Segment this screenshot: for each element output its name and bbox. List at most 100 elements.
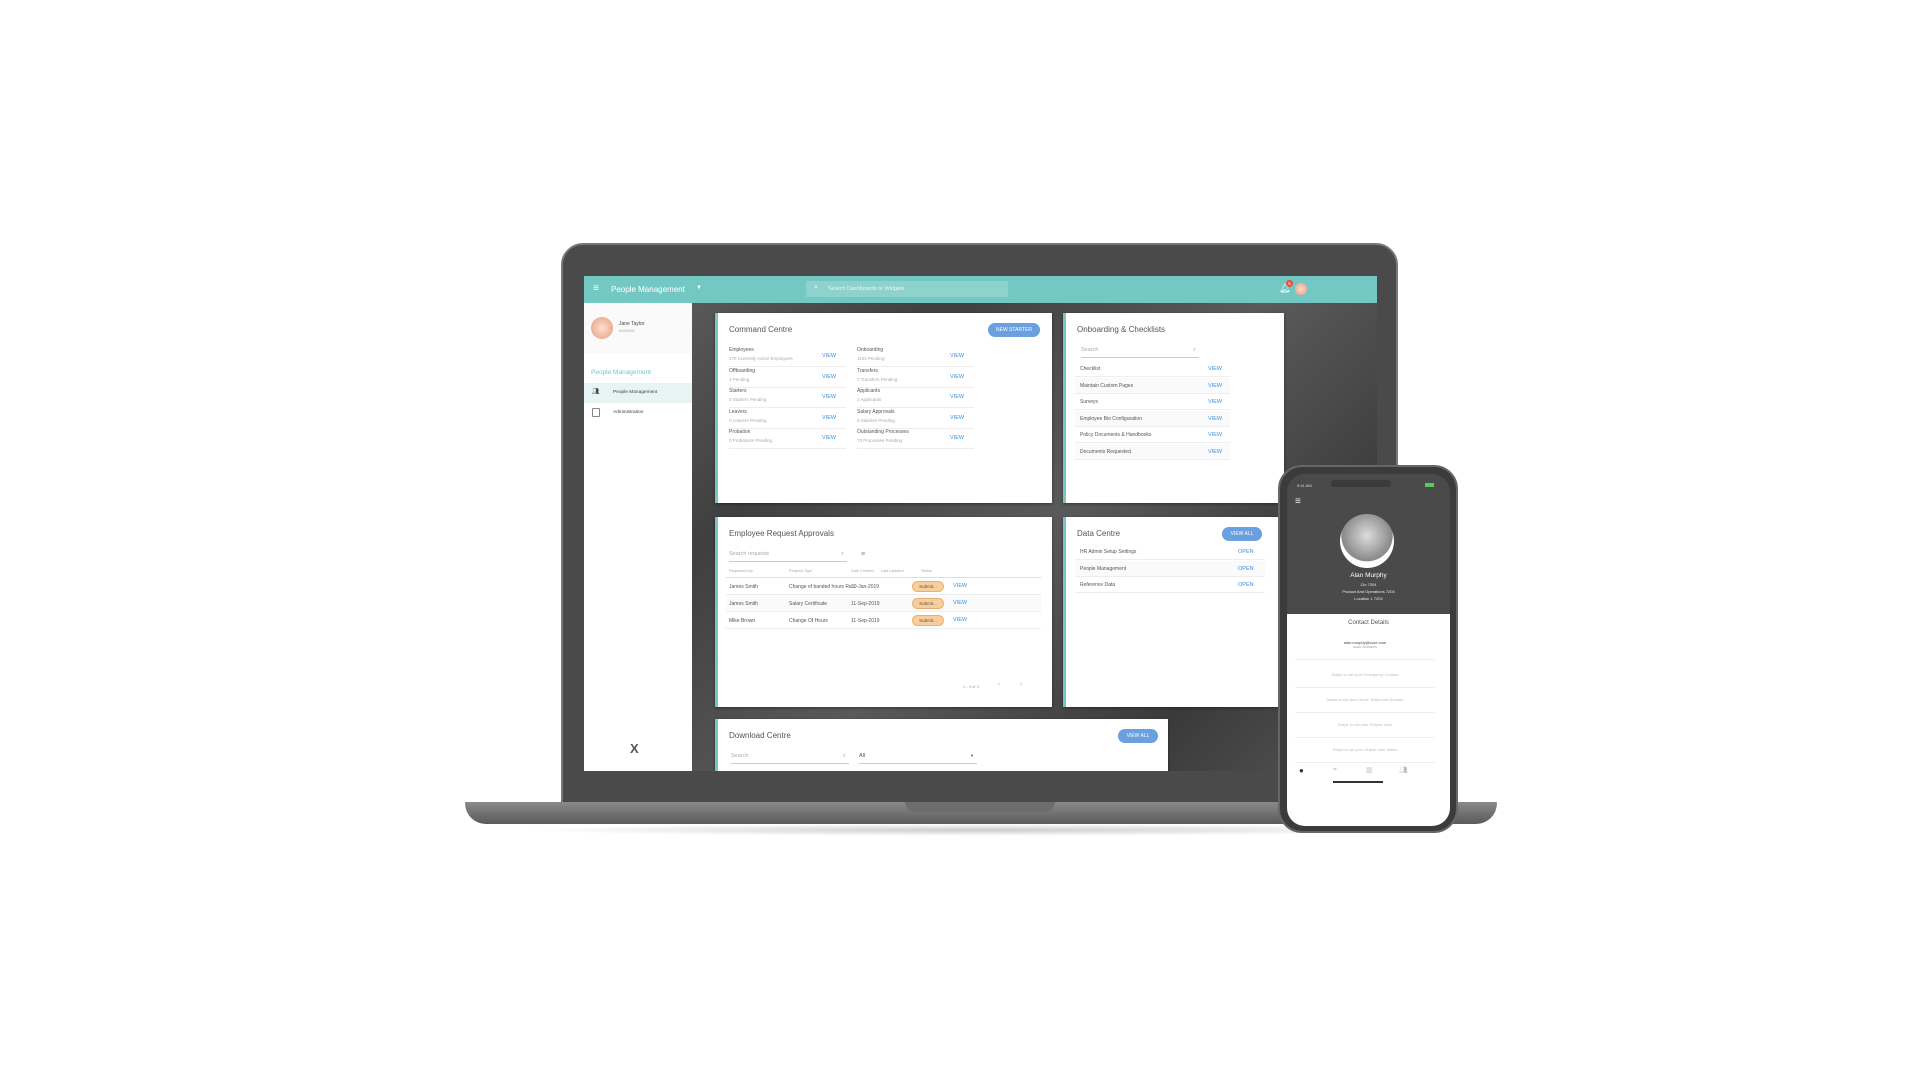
contact-prompt-row[interactable]: Swipe to set your Eclipse User	[1295, 714, 1435, 738]
sidebar-item-label: Administration	[613, 410, 644, 415]
email-label: EMAIL ADDRESS	[1352, 645, 1378, 649]
view-link[interactable]: VIEW	[950, 394, 964, 400]
top-bar: ≡ People Management ▼ ⌕ Search Dashboard…	[584, 276, 1377, 303]
view-link[interactable]: VIEW	[950, 353, 964, 359]
user-profile: Jane Taylor 0000005	[584, 303, 692, 353]
prompt-text: Swipe to set your Emergency Contact	[1331, 672, 1399, 677]
checklist-search-input[interactable]: Search ⌕	[1081, 347, 1199, 358]
view-link[interactable]: VIEW	[1208, 432, 1222, 438]
view-link[interactable]: VIEW	[822, 353, 836, 359]
menu-icon[interactable]: ≡	[593, 283, 599, 294]
summary-row: Leavers 0 Leavers Pending VIEW	[729, 409, 846, 429]
column-header[interactable]: Request Type	[789, 569, 812, 573]
summary-row: Onboarding 1103 Pending VIEW	[857, 347, 974, 367]
chevron-left-icon[interactable]: ‹	[998, 682, 1000, 688]
summary-row: Outstanding Processes 73 Processes Pendi…	[857, 429, 974, 449]
view-link[interactable]: VIEW	[953, 600, 967, 606]
view-link[interactable]: VIEW	[822, 394, 836, 400]
view-link[interactable]: VIEW	[1208, 399, 1222, 405]
profile-location: Location 1 7204	[1354, 596, 1383, 601]
row-label: HR Admin Setup Settings	[1080, 549, 1137, 555]
filter-icon[interactable]: ≡	[861, 551, 865, 558]
contact-prompt-row[interactable]: Swipe to set your Home Telephone Number	[1295, 689, 1435, 713]
checklist-row: Employee Bio Configuration VIEW	[1075, 410, 1230, 427]
contact-prompt-row[interactable]: Swipe to set your Emergency Contact	[1295, 664, 1435, 688]
profile-id: Cio 7204	[1360, 582, 1377, 587]
view-link[interactable]: VIEW	[822, 374, 836, 380]
people-icon: 👥︎	[592, 389, 600, 395]
column-header[interactable]: Status	[921, 569, 932, 573]
chevron-down-icon: ▼	[970, 753, 974, 758]
menu-icon[interactable]: ≡	[1295, 496, 1301, 507]
summary-row: Salary Approvals 6 Salaries Pending VIEW	[857, 409, 974, 429]
user-avatar[interactable]	[1295, 283, 1307, 295]
view-all-button[interactable]: VIEW ALL	[1118, 729, 1158, 743]
section-title: Contact Details	[1348, 620, 1389, 626]
row-label: Surveys	[1080, 399, 1099, 405]
sidebar-item-label: People Management	[613, 390, 658, 395]
date-created: 11-Sep-2019	[851, 618, 880, 624]
checklist-row: Maintain Custom Pages VIEW	[1075, 377, 1230, 394]
checklist-row: Policy Documents & Handbooks VIEW	[1075, 427, 1230, 443]
email-row[interactable]: alan.murphy@core.com EMAIL ADDRESS	[1295, 640, 1435, 660]
team-tab-icon[interactable]: 👥︎	[1399, 766, 1408, 774]
view-link[interactable]: VIEW	[1208, 449, 1222, 455]
row-label: Employee Bio Configuration	[1080, 415, 1142, 422]
data-row: HR Admin Setup Settings OPEN	[1075, 544, 1265, 560]
checklist-row: Surveys VIEW	[1075, 394, 1230, 410]
status-badge: Submit...	[912, 598, 944, 609]
app-title[interactable]: People Management	[611, 285, 685, 294]
view-link[interactable]: VIEW	[953, 617, 967, 623]
view-link[interactable]: VIEW	[950, 415, 964, 421]
row-label: Starters	[729, 388, 747, 394]
status-time: 9:41 AM	[1297, 483, 1312, 488]
chevron-down-icon[interactable]: ▼	[696, 285, 702, 291]
approvals-card: Employee Request Approvals Search reques…	[715, 517, 1052, 707]
user-name: Jane Taylor	[619, 321, 645, 327]
view-link[interactable]: VIEW	[1208, 383, 1222, 389]
contact-prompt-row[interactable]: Swipe to set your Oracle User Name	[1295, 739, 1435, 763]
view-all-button[interactable]: VIEW ALL	[1222, 527, 1262, 541]
open-link[interactable]: OPEN	[1238, 549, 1254, 555]
view-link[interactable]: VIEW	[822, 415, 836, 421]
section-title: People Management	[591, 369, 651, 376]
select-value: All	[859, 753, 866, 759]
open-link[interactable]: OPEN	[1238, 566, 1254, 572]
profile-tab-icon[interactable]: ●	[1299, 766, 1304, 775]
sidebar-item-people-management[interactable]: 👥︎ People Management	[584, 383, 692, 403]
request-type: Salary Certificate	[789, 601, 828, 607]
row-label: Offboarding	[729, 367, 756, 374]
view-link[interactable]: VIEW	[950, 374, 964, 380]
view-link[interactable]: VIEW	[1208, 366, 1222, 372]
view-link[interactable]: VIEW	[950, 435, 964, 441]
column-header[interactable]: Last Updated	[881, 569, 904, 573]
download-filter-select[interactable]: All ▼	[859, 753, 977, 764]
search-input[interactable]: ⌕ Search Dashboards or Widgets	[806, 281, 1008, 297]
building-tab-icon[interactable]: ▥	[1366, 766, 1373, 774]
search-icon: ⌕	[814, 284, 818, 291]
sidebar: Jane Taylor 0000005 People Management 👥︎…	[584, 303, 692, 771]
download-search-input[interactable]: Search ⌕	[731, 753, 849, 764]
view-link[interactable]: VIEW	[953, 583, 967, 589]
column-header[interactable]: Date Created	[851, 569, 874, 573]
onboarding-card: Onboarding & Checklists Search ⌕ Checkli…	[1063, 313, 1284, 503]
avatar	[591, 317, 613, 339]
search-icon: ⌕	[840, 551, 844, 557]
home-indicator	[1333, 781, 1383, 783]
view-link[interactable]: VIEW	[822, 435, 836, 441]
sidebar-item-administration[interactable]: Administration	[584, 403, 692, 423]
row-label: Transfers	[857, 367, 878, 374]
card-title: Download Centre	[729, 731, 791, 740]
prompt-text: Swipe to set your Oracle User Name	[1332, 747, 1398, 752]
new-starter-button[interactable]: NEW STARTER	[988, 323, 1040, 337]
row-label: Documents Requested	[1080, 448, 1131, 455]
open-link[interactable]: OPEN	[1238, 582, 1254, 588]
profile-photo	[1340, 514, 1394, 568]
chevron-right-icon[interactable]: ›	[1020, 682, 1022, 688]
requests-search-input[interactable]: Search requests ⌕	[729, 551, 847, 562]
location-tab-icon[interactable]: ⌖	[1333, 766, 1337, 774]
notification-badge: 6	[1286, 280, 1293, 287]
table-row: James Smith Salary Certificate 11-Sep-20…	[726, 595, 1041, 612]
view-link[interactable]: VIEW	[1208, 416, 1222, 422]
column-header[interactable]: Requested By	[729, 569, 753, 573]
